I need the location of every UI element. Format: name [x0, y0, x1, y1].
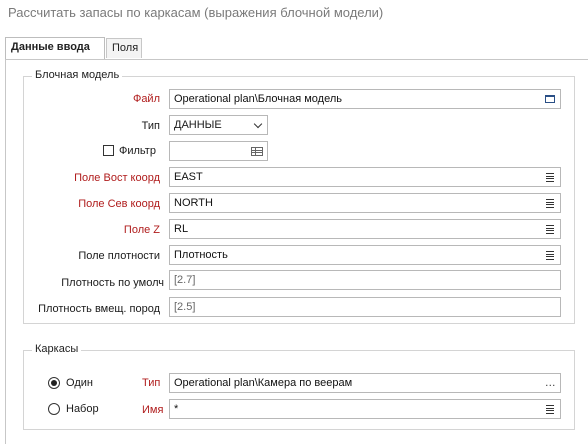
file-value: Operational plan\Блочная модель [174, 93, 342, 105]
default-density-field[interactable]: [2.7] [169, 270, 561, 290]
east-label: Поле Вост коорд [74, 172, 160, 184]
tab-input-data[interactable]: Данные ввода [5, 37, 105, 59]
host-density-field[interactable]: [2.5] [169, 297, 561, 317]
file-field[interactable]: Operational plan\Блочная модель [169, 89, 561, 109]
tab-fields[interactable]: Поля [106, 38, 142, 58]
density-field-label: Поле плотности [78, 250, 160, 262]
window-icon[interactable] [543, 92, 557, 106]
block-model-group-label: Блочная модель [32, 69, 123, 81]
list-icon[interactable] [543, 196, 557, 210]
list-icon[interactable] [543, 170, 557, 184]
host-density-label: Плотность вмещ. пород [38, 303, 160, 315]
east-field[interactable]: EAST [169, 167, 561, 187]
file-label: Файл [132, 93, 160, 105]
single-radio[interactable] [48, 377, 60, 389]
wireframes-group-label: Каркасы [32, 343, 82, 355]
ellipsis-icon[interactable]: … [543, 376, 557, 390]
wireframe-type-field[interactable]: Operational plan\Камера по веерам … [169, 373, 561, 393]
default-density-label: Плотность по умолч [61, 277, 164, 289]
filter-field[interactable] [169, 141, 268, 161]
density-field[interactable]: Плотность [169, 245, 561, 265]
window-title: Рассчитать запасы по каркасам (выражения… [8, 5, 384, 20]
single-label: Один [66, 377, 93, 389]
north-field[interactable]: NORTH [169, 193, 561, 213]
type-label: Тип [141, 120, 160, 132]
z-field[interactable]: RL [169, 219, 561, 239]
host-density-value: [2.5] [174, 301, 196, 313]
filter-checkbox[interactable] [103, 145, 114, 156]
chevron-down-icon [253, 119, 263, 129]
density-field-value: Плотность [174, 249, 228, 261]
north-label: Поле Сев коорд [78, 198, 160, 210]
wireframe-name-field[interactable]: * [169, 399, 561, 419]
z-value: RL [174, 223, 189, 235]
filter-label: Фильтр [119, 145, 156, 157]
wireframe-type-value: Operational plan\Камера по веерам [174, 377, 353, 389]
east-value: EAST [174, 171, 203, 183]
set-radio[interactable] [48, 403, 60, 415]
north-value: NORTH [174, 197, 213, 209]
type-select[interactable]: ДАННЫЕ [169, 115, 268, 135]
default-density-value: [2.7] [174, 274, 196, 286]
wireframe-name-label: Имя [142, 404, 164, 416]
z-label: Поле Z [123, 224, 160, 236]
list-icon[interactable] [543, 248, 557, 262]
filter-grid-icon[interactable] [250, 144, 264, 158]
wireframe-name-value: * [174, 403, 179, 415]
type-select-value: ДАННЫЕ [174, 119, 222, 131]
list-icon[interactable] [543, 222, 557, 236]
set-label: Набор [66, 403, 99, 415]
wireframe-type-label: Тип [142, 377, 161, 389]
list-icon[interactable] [543, 402, 557, 416]
